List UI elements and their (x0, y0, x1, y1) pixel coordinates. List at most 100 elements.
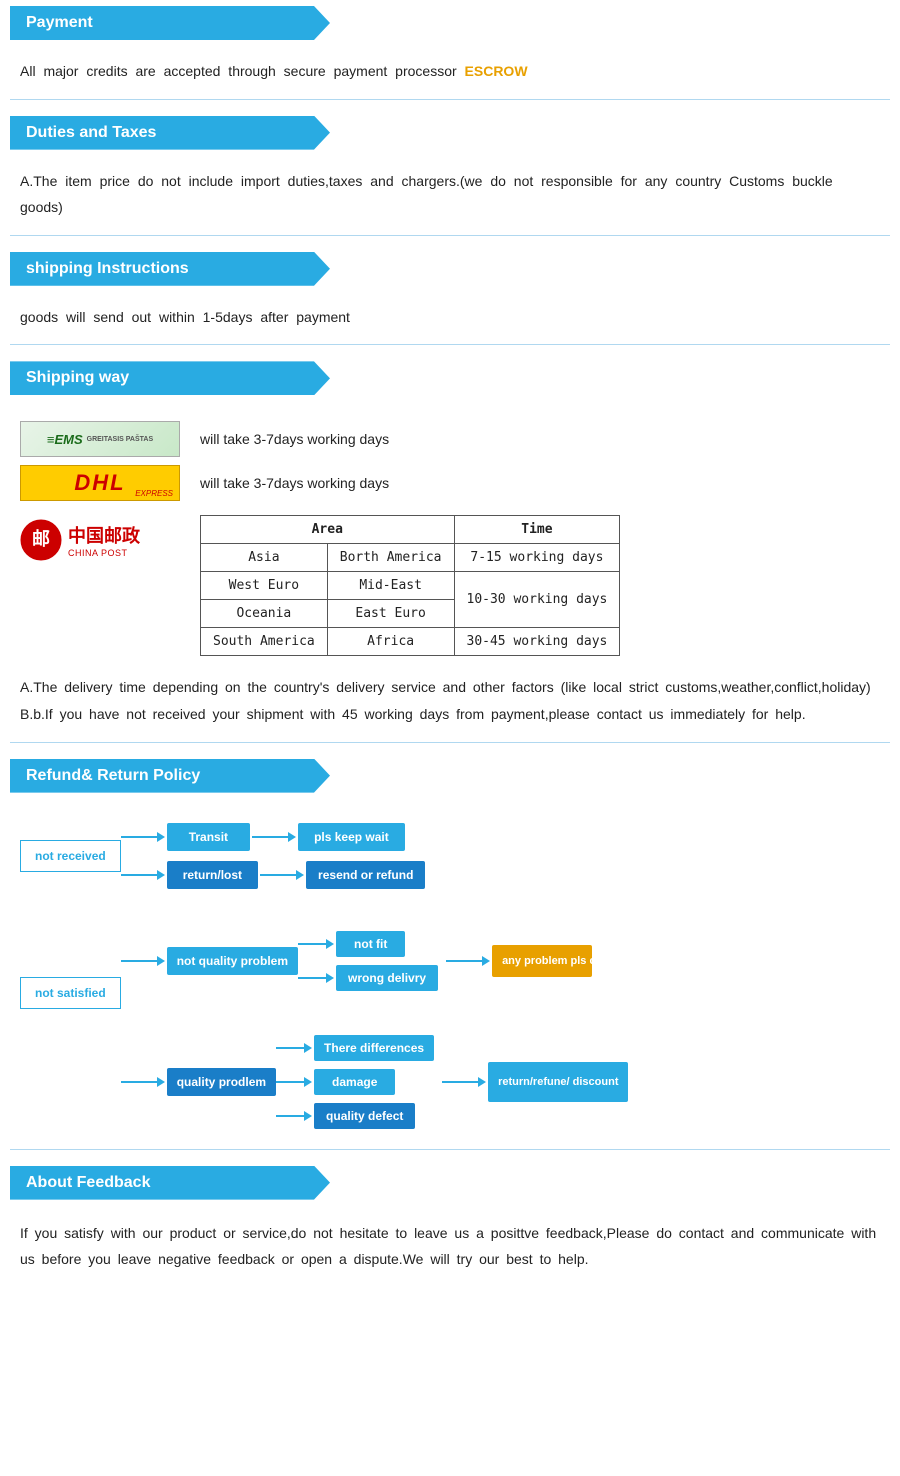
shipping-instructions-divider (10, 344, 890, 345)
table-row: West Euro Mid-East 10-30 working days (201, 572, 620, 600)
flowchart: not received Transit (0, 803, 900, 1149)
table-cell: 30-45 working days (454, 628, 620, 656)
table-cell: South America (201, 628, 328, 656)
wrong-delivery-row: wrong delivry (298, 965, 438, 991)
feedback-text: If you satisfy with our product or servi… (20, 1225, 876, 1268)
return-lost-box: return/lost (167, 861, 258, 889)
chinapost-en-text: CHINA POST (68, 548, 140, 558)
payment-content: All major credits are accepted through s… (0, 50, 900, 99)
flow-branch-container: Transit pls keep wait (121, 823, 426, 889)
china-post-row: 邮 中国邮政 CHINA POST Area Time Asia Borth A… (20, 515, 880, 656)
not-satisfied-wrapper: not satisfied (20, 977, 121, 1009)
table-cell: West Euro (201, 572, 328, 600)
shipping-notes: A.The delivery time depending on the cou… (0, 670, 900, 741)
table-cell: 10-30 working days (454, 572, 620, 628)
payment-header: Payment (10, 6, 330, 40)
table-cell: Mid-East (327, 572, 454, 600)
ems-logo: ≡EMS GREITASIS PAŠTAS (20, 421, 180, 457)
chinapost-cn-text: 中国邮政 (68, 522, 140, 548)
return-refund-connector (442, 1077, 486, 1087)
shipping-way-divider (10, 742, 890, 743)
resend-refund-box: resend or refund (306, 861, 425, 889)
duties-header: Duties and Taxes (10, 116, 330, 150)
flow-branches: Transit pls keep wait (121, 823, 426, 889)
damage-row: damage (276, 1069, 434, 1095)
table-row: Asia Borth America 7-15 working days (201, 544, 620, 572)
shipping-way-header-wrapper: Shipping way (0, 355, 900, 405)
not-received-box: not received (20, 840, 121, 872)
payment-divider (10, 99, 890, 100)
shipping-way-header: Shipping way (10, 361, 330, 395)
not-satisfied-box: not satisfied (20, 977, 121, 1009)
ems-desc: will take 3-7days working days (200, 431, 389, 447)
shipping-way-section: Shipping way ≡EMS GREITASIS PAŠTAS will … (0, 355, 900, 742)
shipping-instructions-content: goods will send out within 1-5days after… (0, 296, 900, 345)
table-cell: 7-15 working days (454, 544, 620, 572)
not-fit-row: not fit (298, 931, 438, 957)
duties-section: Duties and Taxes A.The item price do not… (0, 110, 900, 236)
feedback-header: About Feedback (10, 1166, 330, 1200)
chinapost-text: 中国邮政 CHINA POST (68, 522, 140, 558)
duties-text: A.The item price do not include import d… (20, 173, 833, 216)
pls-keep-wait-box: pls keep wait (298, 823, 405, 851)
not-quality-box: not quality problem (167, 947, 298, 975)
table-header-time: Time (454, 516, 620, 544)
chinapost-logo: 邮 中国邮政 CHINA POST (20, 515, 180, 565)
flow-not-satisfied-group: not satisfied not quality problem (20, 917, 880, 1129)
refund-section: Refund& Return Policy not received (0, 753, 900, 1150)
escrow-text: ESCROW (465, 63, 528, 79)
table-cell: Borth America (327, 544, 454, 572)
chinapost-icon: 邮 (20, 519, 62, 561)
table-cell: Oceania (201, 600, 328, 628)
there-differences-box: There differences (314, 1035, 434, 1061)
payment-header-wrapper: Payment (0, 0, 900, 50)
feedback-section: About Feedback If you satisfy with our p… (0, 1160, 900, 1293)
shipping-table: Area Time Asia Borth America 7-15 workin… (200, 515, 620, 656)
feedback-content: If you satisfy with our product or servi… (0, 1210, 900, 1293)
transit-box: Transit (167, 823, 250, 851)
quality-problem-box: quality prodlem (167, 1068, 276, 1096)
dhl-desc: will take 3-7days working days (200, 475, 389, 491)
return-refund-box: return/refune/ discount (488, 1062, 628, 1102)
not-quality-sub: not fit wrong delivry (298, 931, 438, 991)
shipping-instructions-header-wrapper: shipping Instructions (0, 246, 900, 296)
flow-spacer (20, 897, 880, 917)
ems-row: ≡EMS GREITASIS PAŠTAS will take 3-7days … (20, 421, 880, 457)
table-cell: Africa (327, 628, 454, 656)
payment-section: Payment All major credits are accepted t… (0, 0, 900, 100)
any-problem-box: any problem pls contact me (492, 945, 592, 977)
refund-divider (10, 1149, 890, 1150)
shipping-instructions-header: shipping Instructions (10, 252, 330, 286)
quality-sub: There differences damage (276, 1035, 434, 1129)
flow-not-received-group: not received Transit (20, 823, 880, 889)
shipping-instructions-section: shipping Instructions goods will send ou… (0, 246, 900, 346)
duties-divider (10, 235, 890, 236)
dhl-logo: DHL EXPRESS (20, 465, 180, 501)
shipping-instructions-text: goods will send out within 1-5days after… (20, 309, 350, 325)
not-fit-box: not fit (336, 931, 405, 957)
refund-header: Refund& Return Policy (10, 759, 330, 793)
shipping-note-b: B.b.If you have not received your shipme… (20, 701, 880, 728)
transit-branch: Transit pls keep wait (121, 823, 426, 851)
quality-defect-row: quality defect (276, 1103, 434, 1129)
table-cell: East Euro (327, 600, 454, 628)
return-lost-branch: return/lost resend or refund (121, 861, 426, 889)
svg-text:邮: 邮 (32, 528, 50, 549)
table-row: South America Africa 30-45 working days (201, 628, 620, 656)
wrong-delivery-box: wrong delivry (336, 965, 438, 991)
duties-content: A.The item price do not include import d… (0, 160, 900, 235)
shipping-note-a: A.The delivery time depending on the cou… (20, 674, 880, 701)
not-quality-branch: not quality problem not fit (121, 931, 629, 991)
there-differences-row: There differences (276, 1035, 434, 1061)
duties-header-wrapper: Duties and Taxes (0, 110, 900, 160)
table-header-area: Area (201, 516, 455, 544)
damage-box: damage (314, 1069, 395, 1095)
refund-header-wrapper: Refund& Return Policy (0, 753, 900, 803)
table-cell: Asia (201, 544, 328, 572)
quality-defect-box: quality defect (314, 1103, 415, 1129)
sub-branches: not quality problem not fit (121, 917, 629, 1129)
dhl-row: DHL EXPRESS will take 3-7days working da… (20, 465, 880, 501)
any-problem-connector (446, 956, 490, 966)
feedback-header-wrapper: About Feedback (0, 1160, 900, 1210)
payment-text: All major credits are accepted through s… (20, 63, 457, 79)
